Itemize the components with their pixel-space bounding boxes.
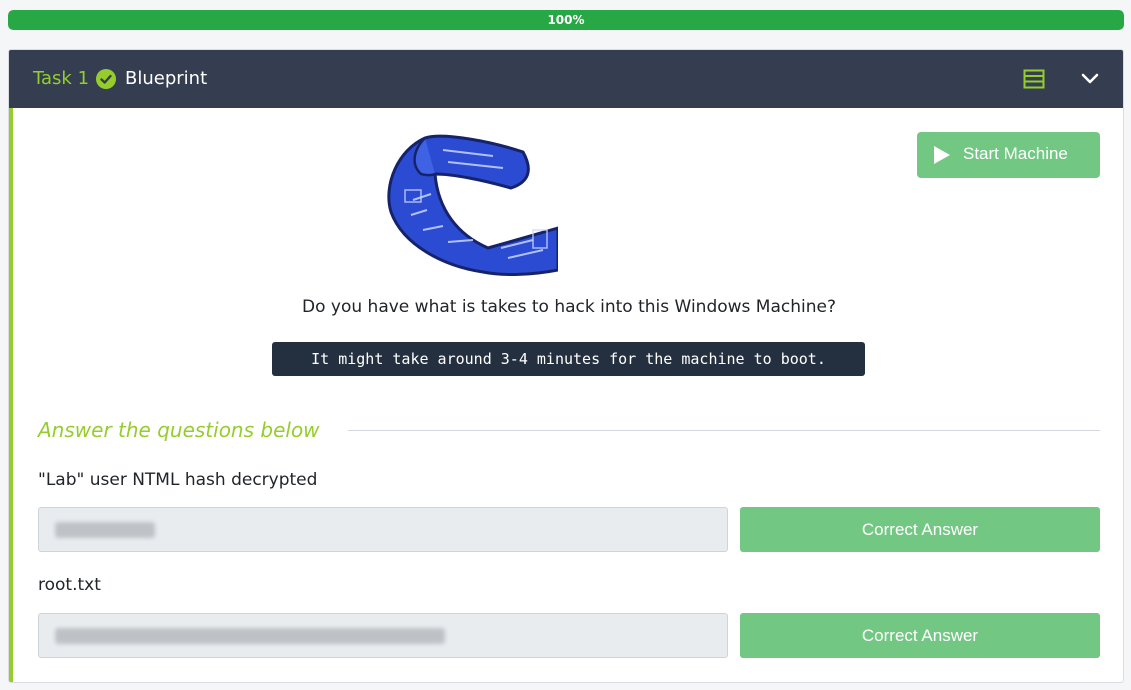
answer-2-field[interactable] (38, 613, 728, 658)
task-description: Do you have what is takes to hack into t… (302, 297, 836, 317)
start-machine-button[interactable]: Start Machine (917, 132, 1100, 178)
question-1-label: "Lab" user NTML hash decrypted (38, 470, 318, 490)
task-number: Task 1 (33, 68, 90, 89)
check-circle-icon (96, 69, 116, 89)
start-machine-label: Start Machine (963, 144, 1068, 163)
list-icon[interactable] (1023, 69, 1045, 89)
chevron-down-icon[interactable] (1081, 70, 1099, 88)
answer-2-redacted (55, 628, 445, 644)
progress-label: 100% (547, 13, 585, 27)
answer-heading: Answer the questions below (38, 418, 320, 442)
heading-divider (348, 430, 1100, 431)
play-icon (934, 146, 950, 164)
blueprint-scroll-image (387, 134, 558, 276)
answer-1-correct-button[interactable]: Correct Answer (740, 507, 1100, 552)
task-title: Blueprint (125, 68, 208, 89)
progress-bar: 100% (8, 10, 1124, 30)
answer-1-field[interactable] (38, 507, 728, 552)
task-body: Start Machine Do you have what is takes … (9, 108, 1123, 682)
question-2-label: root.txt (38, 575, 101, 595)
task-header[interactable]: Task 1 Blueprint (9, 50, 1123, 108)
answer-2-correct-button[interactable]: Correct Answer (740, 613, 1100, 658)
boot-time-note: It might take around 3-4 minutes for the… (272, 342, 865, 376)
task-card: Task 1 Blueprint Start Machine Do you ha… (8, 49, 1124, 683)
answer-1-redacted (55, 522, 155, 538)
